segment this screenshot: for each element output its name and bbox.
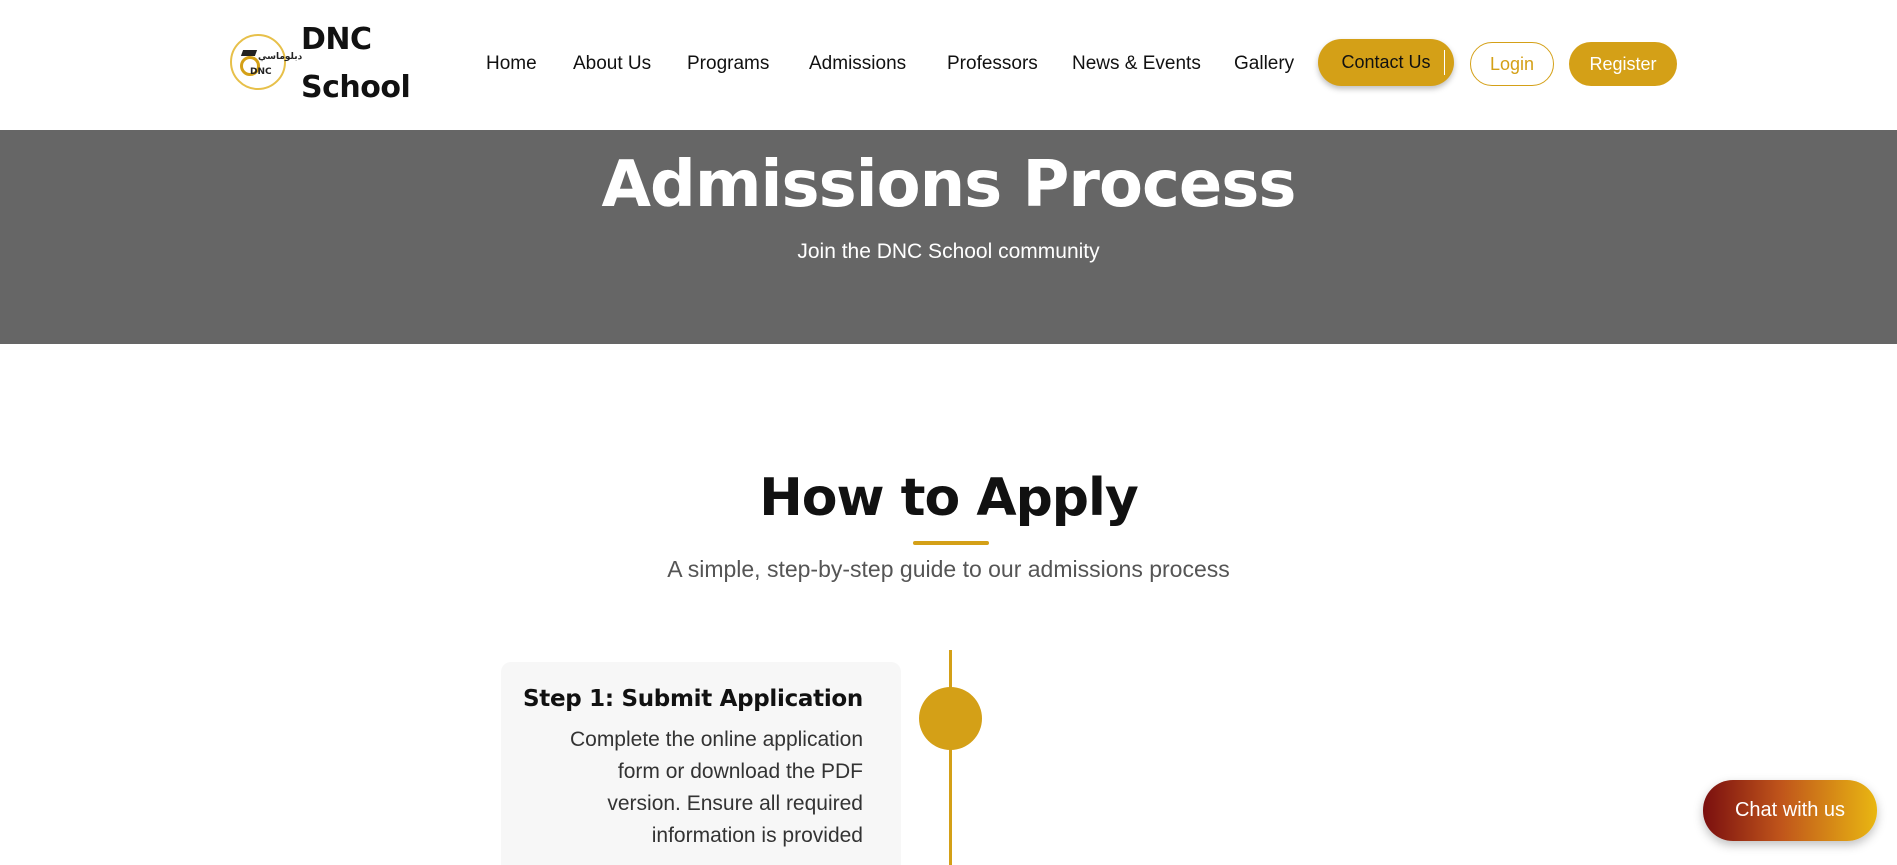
register-button[interactable]: Register xyxy=(1569,42,1677,86)
how-to-apply-title: How to Apply xyxy=(759,468,1138,528)
main-nav: Home About Us Programs Admissions Profes… xyxy=(486,50,1298,78)
login-button[interactable]: Login xyxy=(1470,42,1554,86)
nav-gallery[interactable]: Gallery xyxy=(1234,53,1298,75)
hero-subtitle: Join the DNC School community xyxy=(797,240,1100,263)
how-to-apply-subtitle: A simple, step-by-step guide to our admi… xyxy=(667,556,1230,582)
nav-about-us[interactable]: About Us xyxy=(573,53,655,75)
site-header: دبلوماسي DNC DNC School Home About Us Pr… xyxy=(0,0,1897,130)
title-underline xyxy=(913,541,989,545)
step-desc-line: Complete the online application xyxy=(569,728,863,751)
nav-news-events[interactable]: News & Events xyxy=(1072,53,1202,75)
timeline-dot xyxy=(919,687,982,750)
brand-name-line1: DNC xyxy=(301,22,372,57)
brand-name-line2: School xyxy=(301,70,411,105)
hero-banner: Admissions Process Join the DNC School c… xyxy=(0,130,1897,344)
nav-professors[interactable]: Professors xyxy=(947,53,1041,75)
nav-home[interactable]: Home xyxy=(486,53,542,75)
logo-dnc-text: DNC xyxy=(250,67,272,77)
step-desc-line: version. Ensure all required xyxy=(607,792,863,815)
step-desc-line: form or download the PDF xyxy=(617,760,863,783)
step-card: Step 1: Submit Application Complete the … xyxy=(501,662,901,865)
step-title: Step 1: Submit Application xyxy=(523,686,863,712)
timeline-line xyxy=(949,650,952,865)
nav-programs[interactable]: Programs xyxy=(687,53,777,75)
logo-arabic-text: دبلوماسي xyxy=(258,52,303,62)
nav-admissions[interactable]: Admissions xyxy=(809,53,915,75)
school-logo[interactable]: دبلوماسي DNC xyxy=(230,34,302,90)
hero-title: Admissions Process xyxy=(601,148,1297,222)
step-desc-line: information is provided xyxy=(651,824,863,847)
brand-name[interactable]: DNC School xyxy=(301,16,411,112)
chat-with-us-button[interactable]: Chat with us xyxy=(1703,780,1877,841)
step-description: Complete the online application form or … xyxy=(521,724,863,852)
contact-us-button[interactable]: Contact Us xyxy=(1318,39,1454,86)
